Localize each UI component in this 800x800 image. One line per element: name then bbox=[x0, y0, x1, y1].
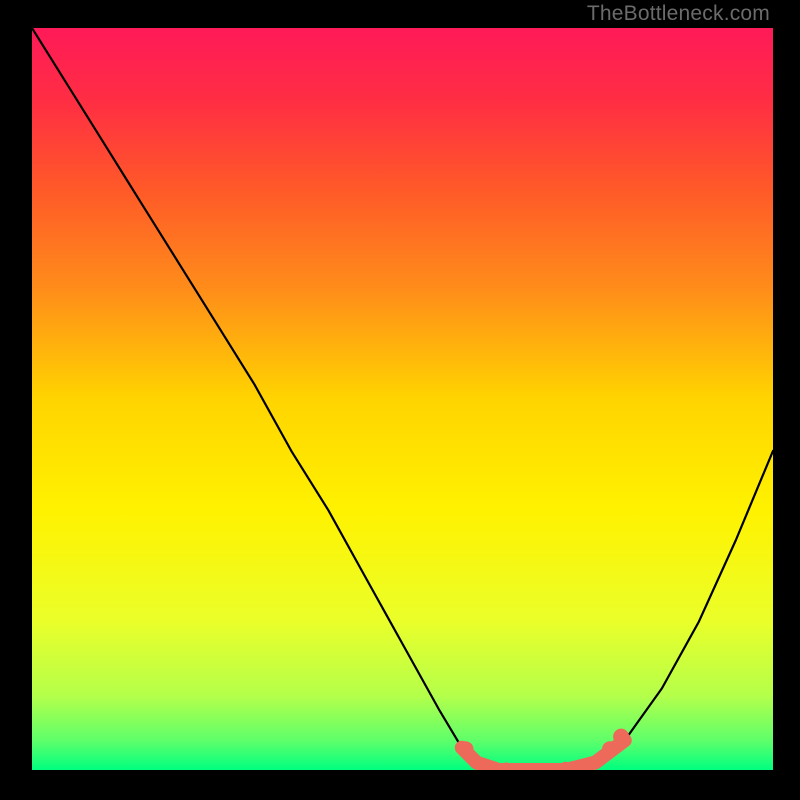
highlight-dot bbox=[586, 757, 598, 769]
chart-container: TheBottleneck.com bbox=[0, 0, 800, 800]
highlight-dot bbox=[458, 741, 474, 757]
plot-background bbox=[32, 28, 773, 770]
highlight-dot bbox=[530, 764, 542, 776]
highlight-dot bbox=[560, 762, 572, 774]
bottleneck-chart bbox=[0, 0, 800, 800]
highlight-dot bbox=[613, 729, 629, 745]
highlight-dot bbox=[471, 757, 483, 769]
highlight-dot bbox=[602, 741, 618, 757]
highlight-dot bbox=[500, 763, 512, 775]
